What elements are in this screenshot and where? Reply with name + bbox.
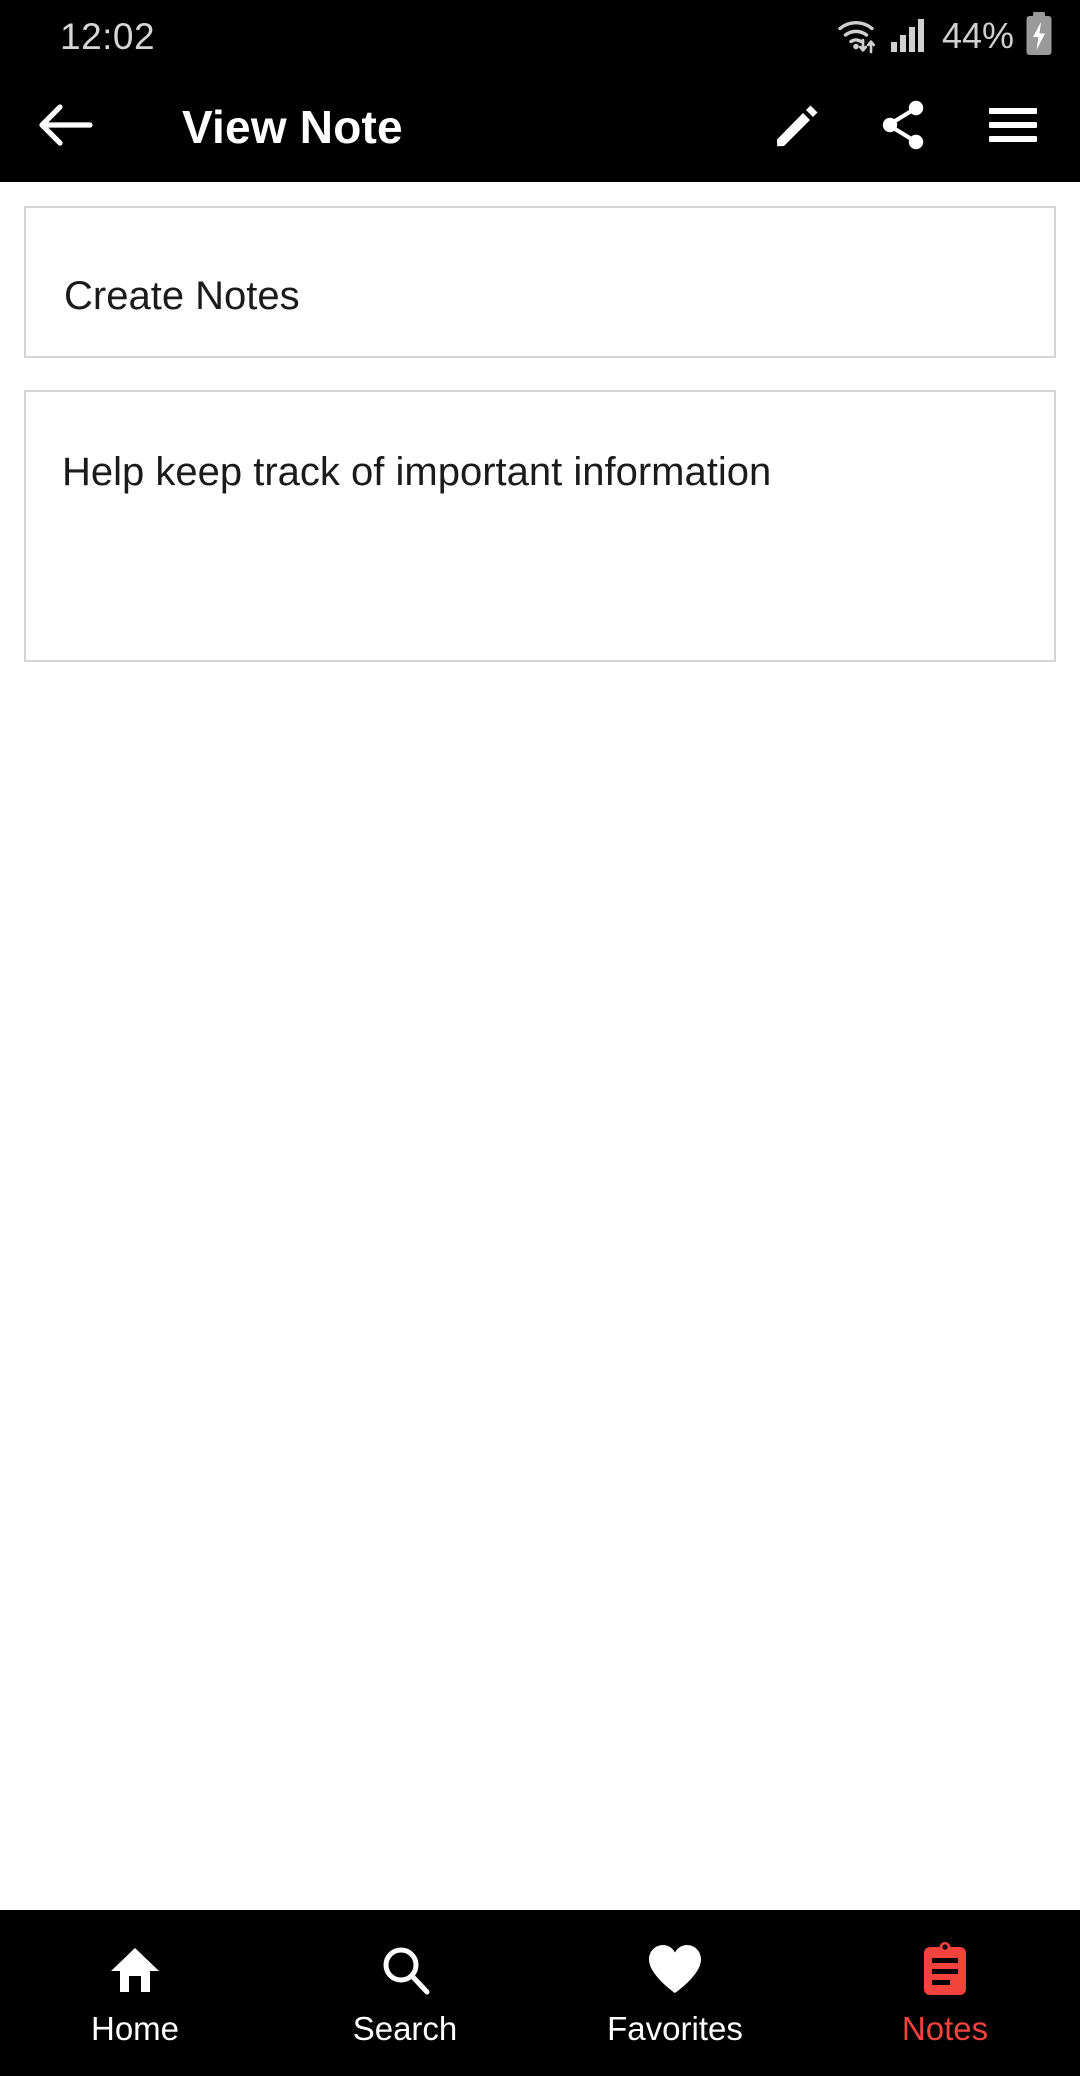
app-bar-actions <box>738 72 1080 182</box>
share-button[interactable] <box>848 72 958 182</box>
status-indicators: 44% <box>836 11 1054 61</box>
battery-charging-icon <box>1024 11 1054 61</box>
status-bar: 12:02 44% <box>0 0 1080 72</box>
note-body-card[interactable]: Help keep track of important information <box>24 390 1056 662</box>
note-body-text: Help keep track of important information <box>62 450 772 494</box>
menu-button[interactable] <box>958 72 1068 182</box>
cellular-signal-icon <box>890 15 928 58</box>
hamburger-menu-icon <box>986 102 1040 153</box>
search-icon <box>377 1942 433 1998</box>
share-icon <box>876 98 930 157</box>
bottom-navigation-bar: Home Search Favorites Notes <box>0 1910 1080 2076</box>
edit-button[interactable] <box>738 72 848 182</box>
clipboard-icon <box>919 1941 971 1998</box>
app-bar: View Note <box>0 72 1080 182</box>
nav-label-favorites: Favorites <box>607 2009 743 2047</box>
note-title-text: Create Notes <box>64 274 300 318</box>
arrow-back-icon <box>36 99 94 156</box>
note-title-card[interactable]: Create Notes <box>24 206 1056 358</box>
wifi-icon <box>836 14 880 59</box>
battery-percent-label: 44% <box>941 15 1014 56</box>
note-content: Create Notes Help keep track of importan… <box>0 182 1080 1910</box>
home-icon <box>107 1942 163 1998</box>
nav-label-home: Home <box>90 2009 180 2047</box>
pencil-icon <box>766 98 820 157</box>
heart-icon <box>646 1942 704 1998</box>
page-title: View Note <box>182 101 403 153</box>
back-button[interactable] <box>10 72 120 182</box>
nav-label-notes: Notes <box>901 2009 989 2047</box>
nav-label-search: Search <box>352 2009 458 2047</box>
nav-item-home[interactable]: Home <box>0 1910 270 2076</box>
app-screen: 12:02 44% View Note Create Notes Help ke… <box>0 0 1080 2076</box>
nav-item-notes[interactable]: Notes <box>810 1910 1080 2076</box>
nav-item-search[interactable]: Search <box>270 1910 540 2076</box>
nav-item-favorites[interactable]: Favorites <box>540 1910 810 2076</box>
status-clock: 12:02 <box>60 15 156 57</box>
